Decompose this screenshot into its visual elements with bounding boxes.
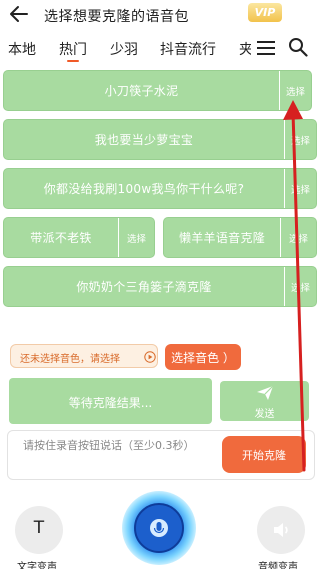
voice-select-button[interactable]: 选择: [284, 267, 316, 306]
speaker-icon: [274, 523, 288, 537]
back-arrow-icon[interactable]: [8, 3, 30, 25]
record-mic-button[interactable]: [121, 490, 197, 566]
voice-item[interactable]: 懒羊羊语音克隆 选择: [163, 217, 317, 258]
vip-badge[interactable]: VIP: [248, 3, 282, 22]
recording-placeholder: 请按住录音按钮说话（至少0.3秒）: [23, 439, 195, 452]
tab-local[interactable]: 本地: [8, 39, 36, 59]
text-icon: T: [33, 518, 45, 538]
recording-input-box[interactable]: 请按住录音按钮说话（至少0.3秒） 开始克隆: [7, 430, 315, 480]
voice-select-button[interactable]: 选择: [284, 120, 316, 159]
select-voice-button[interactable]: 选择音色 ）: [165, 344, 241, 370]
tab-partial[interactable]: 夹: [239, 39, 251, 59]
text-voice-label: 文字变声: [17, 562, 57, 569]
text-voice-button[interactable]: T: [15, 506, 63, 554]
voice-label: 小刀筷子水泥: [104, 84, 179, 98]
page-title: 选择想要克隆的语音包: [44, 9, 189, 25]
search-icon[interactable]: [288, 37, 308, 57]
voice-label: 懒羊羊语音克隆: [178, 231, 266, 245]
voice-status-hint: 还未选择音色，请选择: [10, 344, 158, 368]
voice-status-text: 还未选择音色，请选择: [20, 354, 120, 365]
voice-item[interactable]: 小刀筷子水泥 选择: [3, 70, 312, 111]
tab-shaoyu[interactable]: 少羽: [110, 39, 138, 59]
voice-label: 带派不老铁: [30, 231, 92, 245]
start-clone-button[interactable]: 开始克隆: [222, 436, 306, 473]
voice-item[interactable]: 我也要当少萝宝宝 选择: [3, 119, 317, 160]
play-icon[interactable]: [144, 351, 156, 363]
send-icon: [257, 385, 274, 400]
send-button[interactable]: 发送: [220, 381, 309, 421]
voice-label: 我也要当少萝宝宝: [94, 133, 194, 147]
voice-select-button[interactable]: 选择: [280, 218, 316, 257]
tab-hot[interactable]: 热门: [59, 39, 87, 59]
voice-select-button[interactable]: 选择: [118, 218, 154, 257]
clone-result-area: 等待克隆结果...: [9, 378, 212, 424]
menu-icon[interactable]: [257, 41, 275, 55]
voice-item[interactable]: 你奶奶个三角篓子滴克隆 选择: [3, 266, 317, 307]
active-tab-indicator: [67, 60, 79, 62]
tab-douyin[interactable]: 抖音流行: [160, 39, 216, 59]
voice-item[interactable]: 你都没给我刷100w我鸟你干什么呢? 选择: [3, 168, 317, 209]
voice-label: 你都没给我刷100w我鸟你干什么呢?: [43, 182, 245, 196]
voice-select-button[interactable]: 选择: [279, 71, 311, 110]
send-label: 发送: [254, 409, 275, 420]
header-bar: 选择想要克隆的语音包 VIP: [0, 0, 320, 30]
voice-select-button[interactable]: 选择: [284, 169, 316, 208]
clone-result-text: 等待克隆结果...: [68, 396, 153, 410]
voice-item[interactable]: 带派不老铁 选择: [3, 217, 155, 258]
audio-voice-label: 音频变声: [258, 562, 298, 569]
voice-label: 你奶奶个三角篓子滴克隆: [76, 280, 212, 294]
audio-voice-button[interactable]: [257, 506, 305, 554]
